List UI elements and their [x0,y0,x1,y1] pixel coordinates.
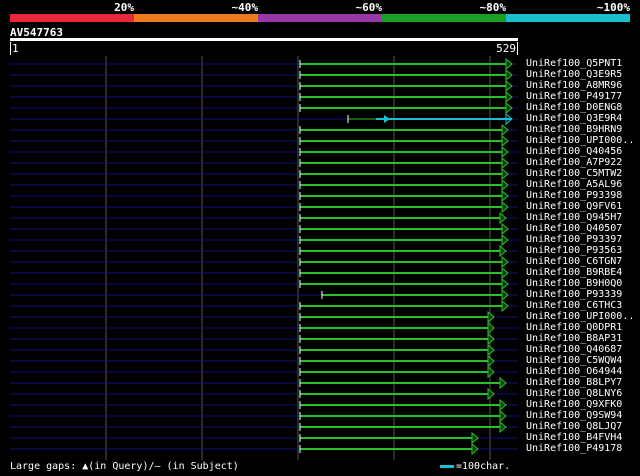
hit-label[interactable]: UniRef100_Q0DPR1 [526,322,622,333]
hit-label[interactable]: UniRef100_P49177 [526,91,622,102]
hit-end-arrow-icon [471,431,479,445]
percent-label: ~80% [479,1,507,14]
hit-end-arrow-icon [499,420,507,434]
hit-label[interactable]: UniRef100_Q9SW94 [526,410,622,421]
hit-end-arrow-icon [501,299,509,313]
hit-end-arrow-icon [499,409,507,423]
hit-end-arrow-icon [487,310,495,324]
hit-end-arrow-icon [501,222,509,236]
percent-segment [134,14,258,22]
hit-end-arrow-icon [499,211,507,225]
hit-end-arrow-icon [487,321,495,335]
hit-label[interactable]: UniRef100_C6THC3 [526,300,622,311]
hit-label[interactable]: UniRef100_A8MR96 [526,80,622,91]
hit-end-arrow-icon [501,167,509,181]
hit-end-arrow-icon [499,398,507,412]
hit-end-arrow-icon [471,442,479,456]
hit-end-arrow-icon [505,101,513,115]
hit-end-arrow-icon [501,266,509,280]
hit-label[interactable]: UniRef100_Q945H7 [526,212,622,223]
hit-end-arrow-icon [487,365,495,379]
hit-end-arrow-icon [501,277,509,291]
hit-label[interactable]: UniRef100_B9RBE4 [526,267,622,278]
hit-label[interactable]: UniRef100_B4FVH4 [526,432,622,443]
hit-label[interactable]: UniRef100_UPI000.. [526,135,634,146]
hit-end-arrow-icon [501,288,509,302]
query-ruler: 1 529 [10,38,518,56]
hit-end-arrow-icon [505,79,513,93]
hit-end-arrow-icon [501,200,509,214]
hit-label[interactable]: UniRef100_C5WQW4 [526,355,622,366]
hit-label[interactable]: UniRef100_UPI000.. [526,311,634,322]
percent-segment [506,14,630,22]
hit-end-arrow-icon [501,123,509,137]
query-ruler-bar [10,38,518,41]
hit-label[interactable]: UniRef100_C5MTW2 [526,168,622,179]
hit-label[interactable]: UniRef100_Q40687 [526,344,622,355]
hit-end-arrow-icon [499,244,507,258]
hit-end-arrow-icon [501,189,509,203]
hit-label[interactable]: UniRef100_P93563 [526,245,622,256]
hit-end-arrow-icon [487,354,495,368]
hit-end-arrow-icon [505,90,513,104]
hit-label[interactable]: UniRef100_Q8LNY6 [526,388,622,399]
hit-end-arrow-icon [505,57,513,71]
percent-label: ~100% [596,1,630,14]
gap-marker-icon [384,115,390,123]
hit-label[interactable]: UniRef100_Q9XFK0 [526,399,622,410]
percent-label: ~60% [355,1,383,14]
hit-label[interactable]: UniRef100_P93397 [526,234,622,245]
hit-label[interactable]: UniRef100_Q5PNT1 [526,58,622,69]
hit-end-arrow-icon [501,255,509,269]
scale-line-icon [440,464,454,468]
hit-label[interactable]: UniRef100_Q9FV61 [526,201,622,212]
hit-end-arrow-icon [501,233,509,247]
hit-label[interactable]: UniRef100_Q3E9R4 [526,113,622,124]
hit-label[interactable]: UniRef100_B8LPY7 [526,377,622,388]
percent-label: ~40% [231,1,259,14]
hit-end-arrow-icon [499,376,507,390]
hit-label[interactable]: UniRef100_O64944 [526,366,622,377]
hit-end-arrow-icon [505,68,513,82]
hit-label[interactable]: UniRef100_Q40507 [526,223,622,234]
hit-label[interactable]: UniRef100_B8AP31 [526,333,622,344]
hit-label[interactable]: UniRef100_Q40456 [526,146,622,157]
hit-label[interactable]: UniRef100_P93339 [526,289,622,300]
hit-end-arrow-icon [487,332,495,346]
percent-segment [382,14,506,22]
hit-label[interactable]: UniRef100_P93398 [526,190,622,201]
hit-end-arrow-icon [501,156,509,170]
percent-segment [258,14,382,22]
hit-label[interactable]: UniRef100_Q3E9R5 [526,69,622,80]
hit-label[interactable]: UniRef100_Q8LJQ7 [526,421,622,432]
query-end-label: 529 [496,42,518,55]
hit-label[interactable]: UniRef100_A7P922 [526,157,622,168]
hit-end-arrow-icon [487,387,495,401]
query-start-label: 1 [10,42,19,55]
percent-segment [10,14,134,22]
hit-label[interactable]: UniRef100_C6TGN7 [526,256,622,267]
identity-percent-scale: 20% ~40% ~60% ~80% ~100% [10,0,630,22]
scale-legend: =100char. [440,461,510,472]
hit-end-arrow-icon [501,145,509,159]
hit-end-arrow-icon [487,343,495,357]
hit-label[interactable]: UniRef100_A5AL96 [526,179,622,190]
percent-label: 20% [114,1,134,14]
hit-end-arrow-icon [501,178,509,192]
hit-label[interactable]: UniRef100_D0ENG8 [526,102,622,113]
gaps-legend: Large gaps: ▲(in Query)/— (in Subject) [10,461,239,472]
hit-label[interactable]: UniRef100_B9H0Q0 [526,278,622,289]
hit-label[interactable]: UniRef100_P49178 [526,443,622,454]
hit-label[interactable]: UniRef100_B9HRN9 [526,124,622,135]
hit-end-arrow-icon [501,134,509,148]
scale-text: =100char. [456,461,511,472]
